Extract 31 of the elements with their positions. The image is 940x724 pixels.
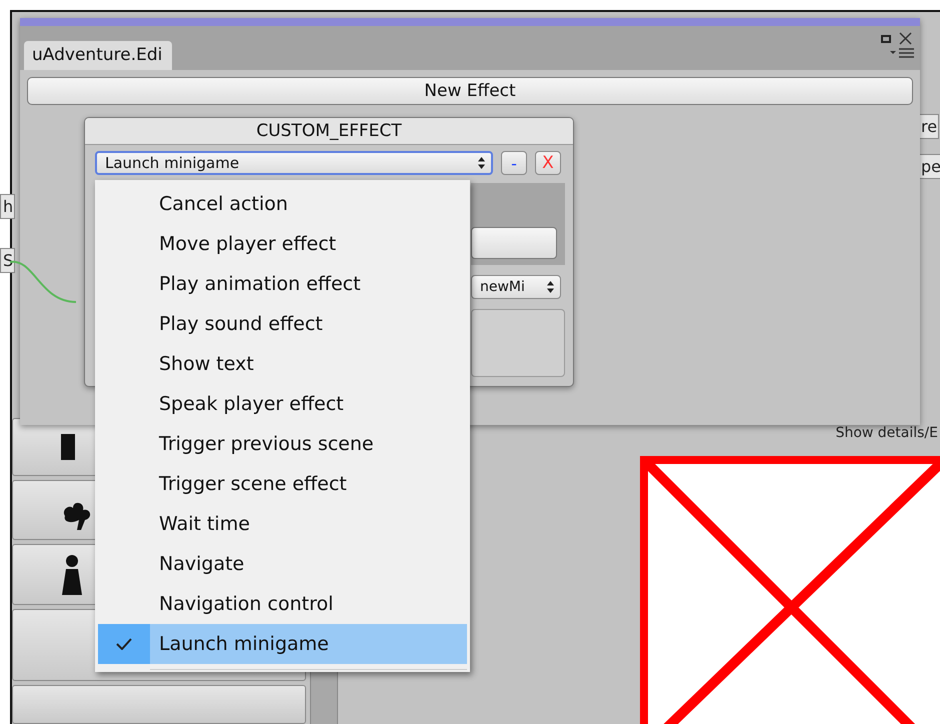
side-label: h (0, 194, 16, 219)
node-title: CUSTOM_EFFECT (85, 118, 573, 145)
menu-item[interactable]: Navigation control (98, 584, 467, 624)
menu-item[interactable]: Play sound effect (98, 304, 467, 344)
effect-select[interactable]: Launch minigame (95, 151, 493, 175)
side-label: pe (918, 154, 940, 179)
check-icon (116, 638, 132, 650)
menu-item[interactable]: Cancel action (98, 184, 467, 224)
menu-item[interactable]: Trigger scene effect (98, 464, 467, 504)
window-tab[interactable]: uAdventure.Edi (24, 41, 172, 70)
person-icon (61, 554, 83, 595)
details-label: Show details/E (836, 424, 938, 442)
menu-item[interactable]: Play animation effect (98, 264, 467, 304)
menu-item[interactable]: Speak player effect (98, 384, 467, 424)
panel-button[interactable] (471, 227, 557, 259)
remove-button[interactable]: - (501, 151, 527, 175)
menu-item[interactable]: Launch minigame (98, 624, 467, 664)
sidebar-button[interactable] (12, 684, 306, 724)
menu-item[interactable]: Move player effect (98, 224, 467, 264)
minigame-select[interactable]: newMi (471, 275, 561, 299)
block-icon (61, 434, 75, 460)
menu-item[interactable]: Wait time (98, 504, 467, 544)
side-label: re (918, 114, 940, 139)
menu-item[interactable]: Trigger previous scene (98, 424, 467, 464)
menu-item[interactable]: Navigate (98, 544, 467, 584)
new-effect-button[interactable]: New Effect (27, 77, 913, 105)
dropdown-arrows-icon (478, 157, 485, 169)
menu-icon[interactable] (890, 48, 914, 58)
window-controls-icon[interactable] (880, 32, 914, 46)
dropdown-arrows-icon (547, 281, 554, 293)
menu-item[interactable]: Show text (98, 344, 467, 384)
